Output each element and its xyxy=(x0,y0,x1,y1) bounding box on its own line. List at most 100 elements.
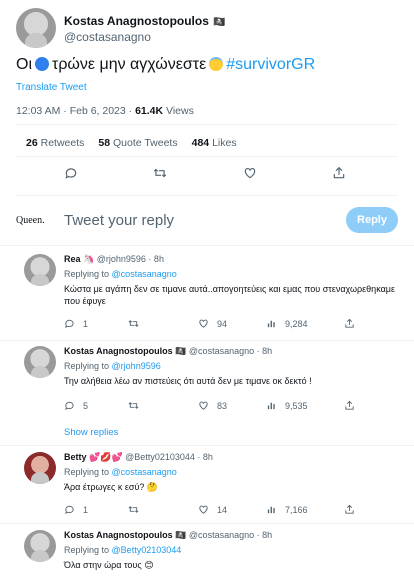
like-icon xyxy=(199,319,208,328)
reply-handle[interactable]: @rjohn9596 · 8h xyxy=(97,254,164,264)
reply-handle[interactable]: @costasanagno · 8h xyxy=(189,346,272,356)
blue-circle-emoji-icon xyxy=(35,57,49,71)
reply-avatar[interactable] xyxy=(24,452,56,484)
author-name[interactable]: Kostas Anagnostopoulos xyxy=(64,14,209,28)
like-icon xyxy=(199,505,208,514)
reply-count[interactable]: 5 xyxy=(64,400,128,411)
share-icon xyxy=(345,504,354,514)
reply-handle[interactable]: @Betty02103044 · 8h xyxy=(125,452,213,462)
tweet-text: Οι τρώνε μην αγχώνεστε #survivorGR xyxy=(16,56,315,74)
reply-button[interactable]: Reply xyxy=(346,207,398,233)
retweet-icon xyxy=(128,320,139,327)
like-count[interactable]: 14 xyxy=(198,504,266,515)
replying-to-link[interactable]: @costasanagno xyxy=(112,269,177,279)
share-button[interactable] xyxy=(344,400,355,411)
user-avatar[interactable]: Queen. xyxy=(16,215,56,226)
reply-icon xyxy=(65,505,74,515)
divider xyxy=(16,156,398,157)
share-icon xyxy=(345,400,354,410)
quotes-stat[interactable]: 58 Quote Tweets xyxy=(98,137,177,149)
reply-author-name[interactable]: Betty xyxy=(64,452,87,462)
tweet-stats: 26 Retweets 58 Quote Tweets 484 Likes xyxy=(26,137,237,149)
share-icon xyxy=(345,318,354,328)
author-handle[interactable]: @costasanagno xyxy=(64,30,226,44)
tweet-meta: 12:03 AM · Feb 6, 2023 · 61.4K Views xyxy=(16,105,194,117)
likes-stat[interactable]: 484 Likes xyxy=(192,137,237,149)
replying-to: Replying to @costasanagno xyxy=(64,269,177,279)
translate-tweet-link[interactable]: Translate Tweet xyxy=(16,82,87,93)
retweet-count[interactable] xyxy=(128,504,198,515)
reply-compose: Queen. Tweet your reply Reply xyxy=(16,200,398,240)
reply-actions: 1 14 7,166 xyxy=(64,504,355,515)
author-avatar[interactable] xyxy=(16,8,56,48)
reply-count[interactable]: 1 xyxy=(64,318,128,329)
reply-text: Την αλήθεια λέω αν πιστεύεις ότι αυτά δε… xyxy=(64,376,312,386)
divider xyxy=(16,195,398,196)
reply-icon xyxy=(65,319,74,329)
main-tweet: Kostas Anagnostopoulos 🏴‍☠️ @costasanagn… xyxy=(16,8,398,117)
reply-avatar[interactable] xyxy=(24,346,56,378)
pirate-flag-icon: 🏴‍☠️ xyxy=(175,530,187,540)
reply-actions: 5 83 9,535 xyxy=(64,400,355,411)
views-count[interactable]: 9,535 xyxy=(266,400,344,411)
like-count[interactable]: 94 xyxy=(198,318,266,329)
main-tweet-header: Kostas Anagnostopoulos 🏴‍☠️ @costasanagn… xyxy=(16,8,398,48)
pirate-flag-icon: 🏴‍☠️ xyxy=(175,346,187,356)
hearts-and-lips-emoji-icon: 💕💋💕 xyxy=(89,452,123,462)
tweet-text-start: Οι xyxy=(16,56,32,73)
reply-text: Άρα έτρωγες κ εσύ? 🤔 xyxy=(64,482,159,492)
hashtag-link[interactable]: #survivorGR xyxy=(226,56,315,73)
share-button[interactable] xyxy=(344,318,355,329)
retweet-icon[interactable] xyxy=(153,166,167,180)
tweet-text-middle: τρώνε μην αγχώνεστε xyxy=(52,56,207,73)
views-count: 61.4K xyxy=(135,105,164,117)
reply-icon[interactable] xyxy=(64,166,78,180)
reply-icon xyxy=(65,401,74,411)
reply-avatar[interactable] xyxy=(24,530,56,562)
tweet-time[interactable]: 12:03 AM · Feb 6, 2023 · xyxy=(16,105,132,117)
share-button[interactable] xyxy=(344,504,355,515)
retweet-count[interactable] xyxy=(128,318,198,329)
divider xyxy=(0,523,414,524)
divider xyxy=(0,245,414,246)
share-icon[interactable] xyxy=(332,166,346,180)
retweet-count[interactable] xyxy=(128,400,198,411)
replying-to: Replying to @costasanagno xyxy=(64,467,177,477)
reply-text: Όλα στην ώρα τους 😊 xyxy=(64,560,154,570)
reply-actions: 1 94 9,284 xyxy=(64,318,355,329)
retweets-stat[interactable]: 26 Retweets xyxy=(26,137,84,149)
reply-author-name[interactable]: Kostas Anagnostopoulos xyxy=(64,346,173,356)
divider xyxy=(0,340,414,341)
reply-input[interactable]: Tweet your reply xyxy=(64,212,346,229)
views-label: Views xyxy=(166,105,194,117)
views-count[interactable]: 7,166 xyxy=(266,504,344,515)
replying-to-link[interactable]: @rjohn9596 xyxy=(112,361,161,371)
views-icon xyxy=(267,506,275,514)
replying-to-link[interactable]: @Betty02103044 xyxy=(112,545,182,555)
replying-to-link[interactable]: @costasanagno xyxy=(112,467,177,477)
like-icon xyxy=(199,401,208,410)
unicorn-emoji-icon: 🦄 xyxy=(83,254,95,264)
like-count[interactable]: 83 xyxy=(198,400,266,411)
views-icon xyxy=(267,402,275,410)
views-icon xyxy=(267,320,275,328)
reply-count[interactable]: 1 xyxy=(64,504,128,515)
main-tweet-actions xyxy=(16,166,386,180)
replying-to: Replying to @Betty02103044 xyxy=(64,545,182,555)
replying-to: Replying to @rjohn9596 xyxy=(64,361,161,371)
reply-author-name[interactable]: Rea xyxy=(64,254,81,264)
retweet-icon xyxy=(128,506,139,513)
divider xyxy=(16,124,398,125)
reply-handle[interactable]: @costasanagno · 8h xyxy=(189,530,272,540)
views-count[interactable]: 9,284 xyxy=(266,318,344,329)
reply-text: Κώστα με αγάπη δεν σε τιμανε αυτά..απογο… xyxy=(64,284,395,306)
like-icon[interactable] xyxy=(243,166,257,180)
retweet-icon xyxy=(128,402,139,409)
reply-author-name[interactable]: Kostas Anagnostopoulos xyxy=(64,530,173,540)
angel-face-emoji-icon xyxy=(209,57,224,71)
thinking-face-emoji-icon: 🤔 xyxy=(146,482,159,492)
show-replies-link[interactable]: Show replies xyxy=(64,427,118,438)
pirate-flag-icon: 🏴‍☠️ xyxy=(213,17,226,28)
reply-avatar[interactable] xyxy=(24,254,56,286)
smiling-face-emoji-icon: 😊 xyxy=(144,560,154,570)
